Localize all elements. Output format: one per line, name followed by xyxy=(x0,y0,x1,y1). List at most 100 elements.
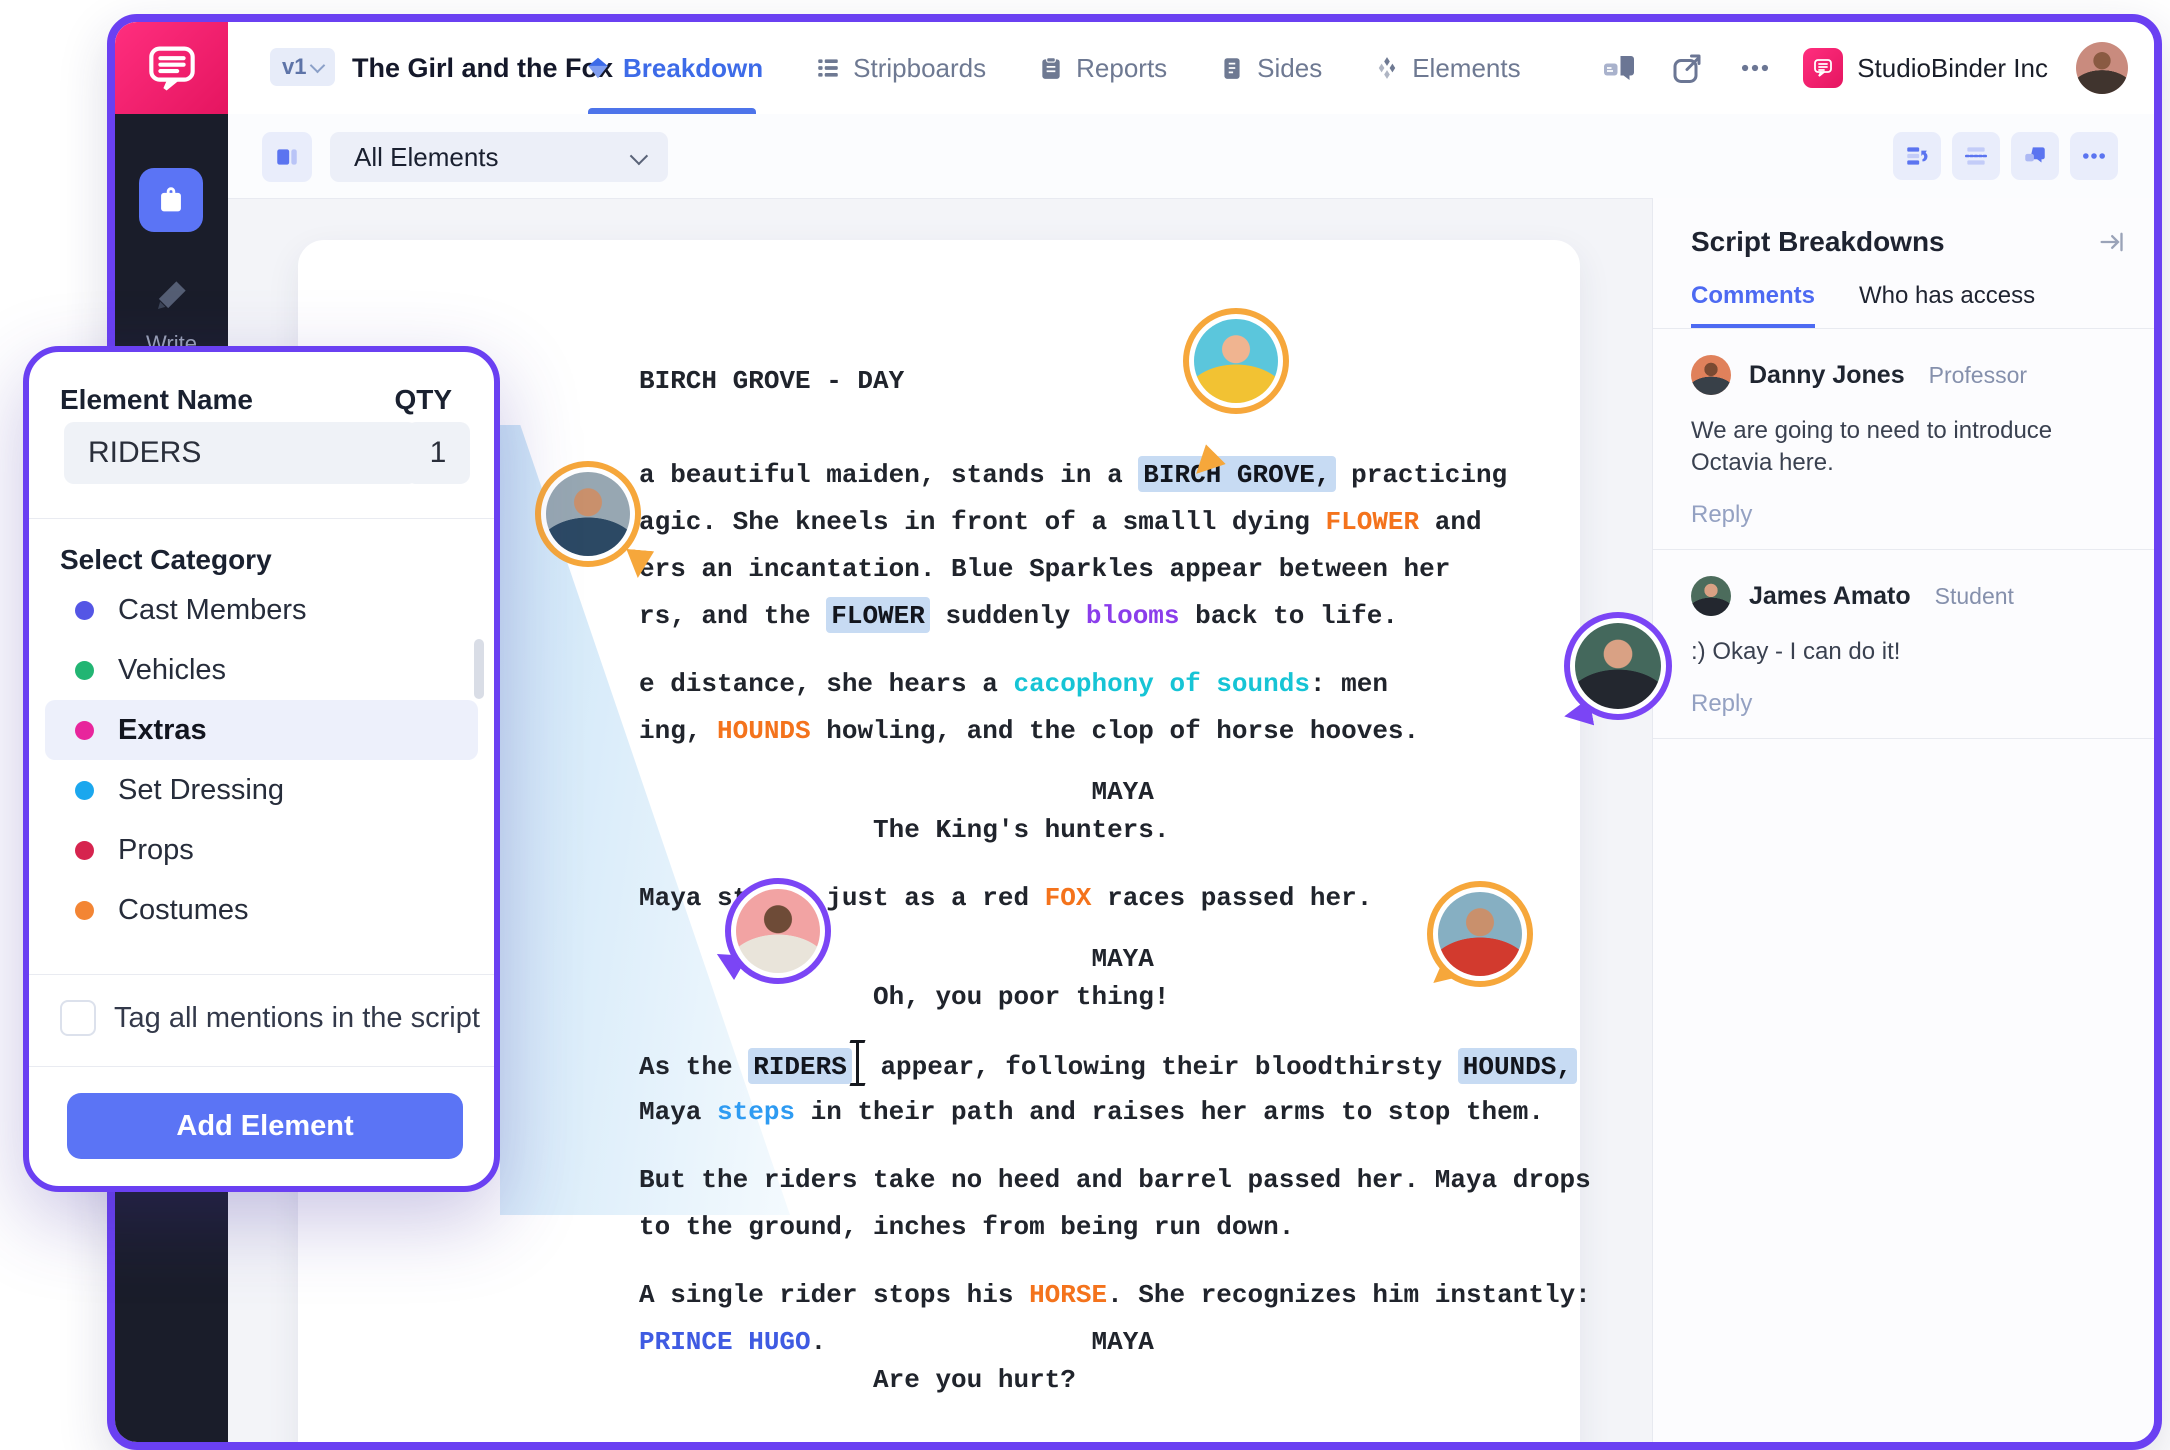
category-color-dot xyxy=(75,781,94,800)
category-option-cast-members[interactable]: Cast Members xyxy=(45,580,478,640)
chevron-down-icon xyxy=(630,146,648,164)
nav-tab-reports[interactable]: Reports xyxy=(1038,53,1167,84)
script-line[interactable]: But the riders take no heed and barrel p… xyxy=(639,1157,1591,1204)
top-navbar: v1 The Girl and the Fox Breakdown Stripbo… xyxy=(115,22,2154,115)
page-breaks-button[interactable] xyxy=(1952,132,2000,180)
collaborator-pin-avatar[interactable] xyxy=(535,461,641,567)
sidebar-item-write[interactable]: Write xyxy=(115,274,228,357)
script-line[interactable]: ers an incantation. Blue Sparkles appear… xyxy=(639,546,1591,593)
more-options-icon[interactable] xyxy=(1735,48,1775,88)
commenter-role: Student xyxy=(1935,583,2014,610)
element-name-input[interactable]: RIDERS xyxy=(64,422,418,484)
text-cursor-icon xyxy=(856,1042,859,1084)
category-color-dot xyxy=(75,901,94,920)
chevron-down-icon xyxy=(310,57,326,73)
add-element-button[interactable]: Add Element xyxy=(67,1093,463,1159)
tag-all-checkbox[interactable] xyxy=(60,1000,96,1036)
script-text-run: agic. She kneels in front of a smalll dy… xyxy=(639,507,1326,537)
script-text-run: practicing xyxy=(1336,460,1508,490)
collaborator-pin-avatar[interactable] xyxy=(725,878,831,984)
category-label: Costumes xyxy=(118,894,249,927)
reply-link[interactable]: Reply xyxy=(1691,501,2117,529)
project-title: The Girl and the Fox xyxy=(352,22,613,114)
script-text-run: Are you hurt? xyxy=(639,1365,1076,1395)
qty-input[interactable]: 1 xyxy=(406,422,470,484)
collaborator-pin-avatar[interactable] xyxy=(1564,612,1672,720)
element-filter-dropdown[interactable]: All Elements xyxy=(330,132,668,182)
script-line[interactable]: a beautiful maiden, stands in a BIRCH GR… xyxy=(639,452,1591,499)
category-label: Cast Members xyxy=(118,594,307,627)
category-option-set-dressing[interactable]: Set Dressing xyxy=(45,760,478,820)
account-switcher[interactable]: StudioBinder Inc xyxy=(1803,48,2048,88)
commenter-role: Professor xyxy=(1929,362,2027,389)
category-option-extras[interactable]: Extras xyxy=(45,700,478,760)
nav-tab-sides[interactable]: Sides xyxy=(1219,53,1322,84)
script-text-run: : men xyxy=(1310,669,1388,699)
script-text-run: back to life. xyxy=(1180,601,1398,631)
toolbar-more-button[interactable] xyxy=(2070,132,2118,180)
breakdown-toolbar: All Elements xyxy=(228,114,2154,199)
nav-tab-label: Breakdown xyxy=(623,53,763,84)
category-option-costumes[interactable]: Costumes xyxy=(45,880,478,940)
script-line[interactable]: BIRCH GROVE - DAY xyxy=(639,358,1591,405)
comment-list: Danny JonesProfessorWe are going to need… xyxy=(1653,329,2155,739)
script-text-run: BIRCH GROVE - DAY xyxy=(639,366,904,396)
category-option-props[interactable]: Props xyxy=(45,820,478,880)
script-line[interactable]: to the ground, inches from being run dow… xyxy=(639,1204,1591,1251)
tagged-element[interactable]: BIRCH GROVE, xyxy=(1138,456,1335,492)
nav-tabs: Breakdown Stripboards Reports Sides Elements xyxy=(585,22,1521,114)
tagged-element[interactable]: RIDERS xyxy=(748,1048,852,1084)
script-line[interactable]: rs, and the FLOWER suddenly blooms back … xyxy=(639,593,1591,640)
nav-tab-breakdown[interactable]: Breakdown xyxy=(585,53,763,84)
sync-breakdown-button[interactable] xyxy=(1893,132,1941,180)
script-line[interactable]: e distance, she hears a cacophony of sou… xyxy=(639,661,1591,708)
collaborator-pin-avatar[interactable] xyxy=(1183,308,1289,414)
element-name-label: Element Name xyxy=(60,384,253,416)
collapse-panel-icon[interactable] xyxy=(2097,228,2125,261)
app-logo[interactable] xyxy=(115,22,228,114)
account-name: StudioBinder Inc xyxy=(1857,53,2048,84)
element-name-value: RIDERS xyxy=(88,436,201,470)
nav-tab-elements[interactable]: Elements xyxy=(1374,53,1520,84)
script-text-run: cacophony of sounds xyxy=(1013,669,1309,699)
nav-tab-label: Elements xyxy=(1412,53,1520,84)
projects-button[interactable] xyxy=(139,168,203,232)
script-line[interactable]: A single rider stops his HORSE. She reco… xyxy=(639,1272,1591,1319)
script-line[interactable]: As the RIDERS appear, following their bl… xyxy=(639,1042,1591,1089)
qty-label: QTY xyxy=(394,384,452,416)
script-line[interactable]: Maya steps in their path and raises her … xyxy=(639,1089,1591,1136)
category-list: Cast Members VehiclesExtrasSet DressingPr… xyxy=(45,580,478,940)
script-text-run: Maya xyxy=(639,1097,717,1127)
script-text-run: ing, xyxy=(639,716,717,746)
category-scrollbar[interactable] xyxy=(474,639,484,699)
toggle-panel-button[interactable] xyxy=(262,132,312,182)
user-avatar[interactable] xyxy=(2076,42,2128,94)
share-icon[interactable] xyxy=(1667,48,1707,88)
collaborator-pin-avatar[interactable] xyxy=(1427,881,1533,987)
category-option-vehicles[interactable]: Vehicles xyxy=(45,640,478,700)
select-category-label: Select Category xyxy=(60,544,272,576)
script-text-run: appear, following their bloodthirsty xyxy=(865,1052,1458,1082)
comment-forward-icon[interactable] xyxy=(1599,48,1639,88)
reply-link[interactable]: Reply xyxy=(1691,690,2117,718)
script-text-run: e distance, she hears a xyxy=(639,669,1013,699)
nav-tab-stripboards[interactable]: Stripboards xyxy=(815,53,986,84)
script-line[interactable]: agic. She kneels in front of a smalll dy… xyxy=(639,499,1591,546)
tagged-element[interactable]: FLOWER xyxy=(826,597,930,633)
script-text-run: rs, and the xyxy=(639,601,826,631)
panel-tab-comments[interactable]: Comments xyxy=(1691,282,1815,328)
script-text-run: FOX xyxy=(1045,883,1092,913)
studiobinder-logo-icon xyxy=(1803,48,1843,88)
stripboard-icon xyxy=(815,55,841,81)
version-dropdown[interactable]: v1 xyxy=(270,48,335,86)
script-breakdowns-panel: Script Breakdowns CommentsWho has access… xyxy=(1652,198,2155,1442)
category-color-dot xyxy=(75,721,94,740)
script-line[interactable]: ing, HOUNDS howling, and the clop of hor… xyxy=(639,708,1591,755)
panel-tab-who-has-access[interactable]: Who has access xyxy=(1859,282,2035,328)
script-line[interactable]: The King's hunters. xyxy=(639,807,1591,854)
script-text-run: MAYA xyxy=(826,1327,1154,1357)
tagged-element[interactable]: HOUNDS, xyxy=(1458,1048,1577,1084)
script-text-run: in their path and raises her arms to sto… xyxy=(795,1097,1544,1127)
comment-text: We are going to need to introduce Octavi… xyxy=(1691,415,2117,479)
comments-button[interactable] xyxy=(2011,132,2059,180)
